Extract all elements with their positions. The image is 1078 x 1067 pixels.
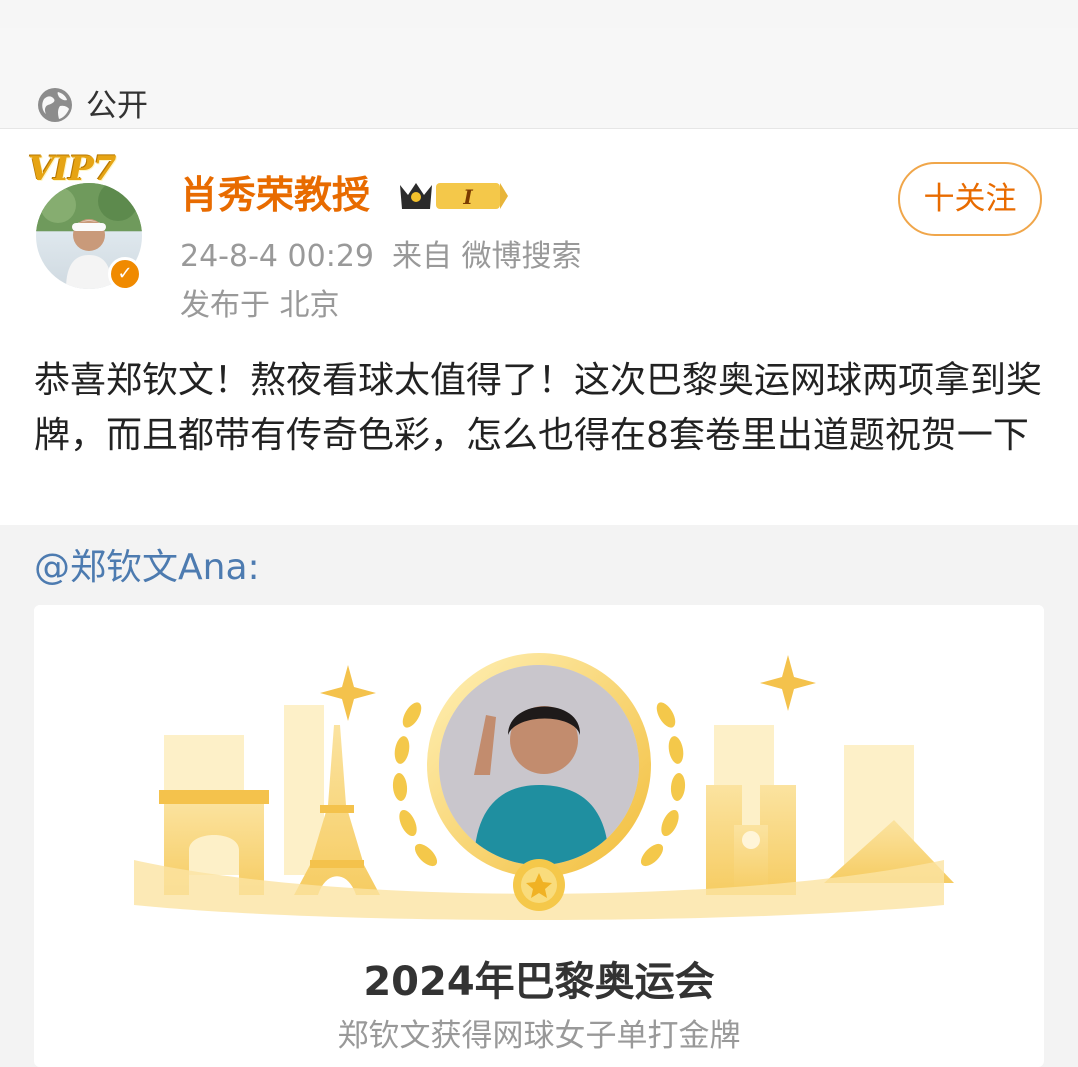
vip-level-badge: VIP7 — [28, 149, 117, 189]
author-avatar[interactable]: VIP7 ✓ — [28, 149, 154, 291]
badge-level: I — [462, 185, 473, 209]
olympic-card[interactable]: 2024年巴黎奥运会 郑钦文获得网球女子单打金牌 — [34, 605, 1044, 1067]
post-text: 恭喜郑钦文！熬夜看球太值得了！这次巴黎奥运网球两项拿到奖牌，而且都带有传奇色彩，… — [34, 360, 1043, 456]
visibility-bar[interactable]: 公开 — [0, 28, 1078, 129]
repost-author-link[interactable]: @郑钦文Ana: — [34, 545, 260, 591]
visibility-label: 公开 — [86, 88, 148, 124]
repost-section: @郑钦文Ana: 2024年巴黎奥运会 郑钦文获得网球女子单打金牌 — [0, 525, 1078, 1067]
verified-icon: ✓ — [108, 257, 142, 291]
follow-button[interactable]: 十关注 — [898, 162, 1042, 236]
top-strip — [0, 0, 1078, 29]
card-subtitle: 郑钦文获得网球女子单打金牌 — [337, 1018, 741, 1054]
post-card: VIP7 ✓ 肖秀荣教授 I 24-8-4 00:29 来自 微博搜索 发布于 北… — [0, 129, 1078, 525]
olympic-card-illustration — [34, 605, 1044, 935]
author-name[interactable]: 肖秀荣教授 — [180, 171, 370, 219]
post-meta: 24-8-4 00:29 来自 微博搜索 — [180, 237, 582, 277]
card-title: 2024年巴黎奥运会 — [363, 959, 715, 1005]
post-source[interactable]: 来自 微博搜索 — [392, 239, 582, 274]
globe-icon — [38, 88, 72, 122]
post-time: 24-8-4 00:29 — [180, 239, 374, 274]
post-location: 发布于 北京 — [180, 288, 340, 323]
crown-badge-icon: I — [400, 183, 508, 209]
